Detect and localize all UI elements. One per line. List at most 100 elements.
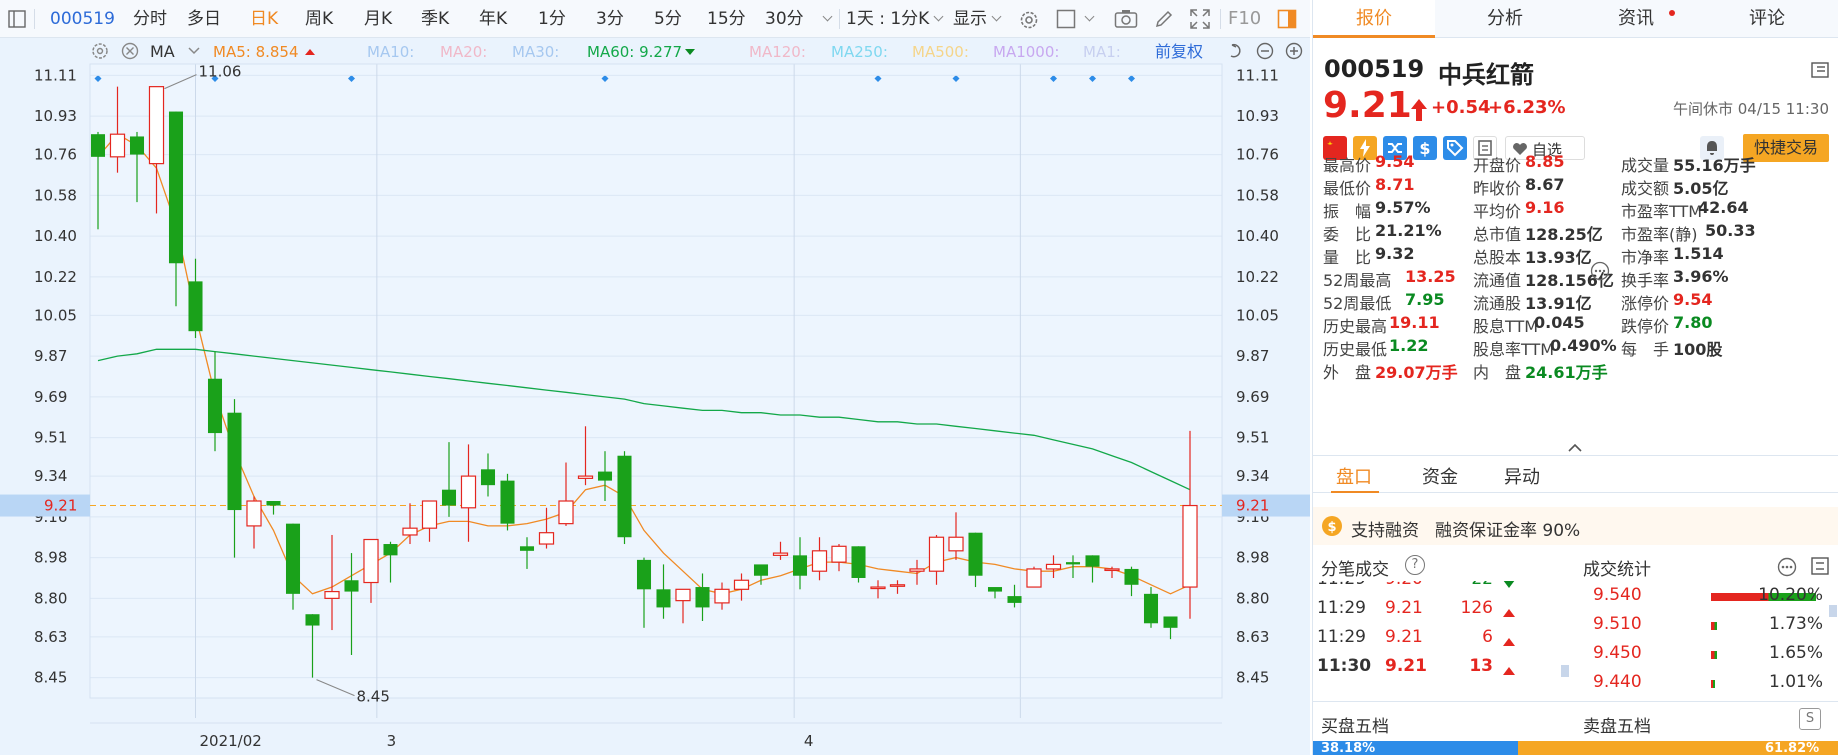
candle-body — [1163, 616, 1178, 628]
camera-icon[interactable] — [1114, 9, 1138, 29]
more-dots-icon[interactable] — [1590, 261, 1610, 285]
scroll-marker[interactable] — [1561, 665, 1569, 677]
candle-body — [772, 552, 789, 556]
quote-value-c1-1: 8.71 — [1375, 175, 1415, 194]
quote-value-c3-2: 42.64 — [1698, 198, 1749, 217]
quote-value-c3-7: 7.80 — [1673, 313, 1713, 332]
quote-label-c2-6: 流通股 — [1473, 294, 1522, 313]
candle-body — [1045, 563, 1062, 570]
tick-volume: 6 — [1482, 627, 1493, 647]
period-tab-daily[interactable]: 日K — [250, 0, 278, 38]
plot-area — [90, 64, 1222, 698]
candle-body — [538, 532, 555, 545]
tag-icon[interactable] — [1443, 136, 1467, 160]
more-options-icon[interactable] — [1777, 557, 1797, 581]
period-tab-15min[interactable]: 15分 — [707, 0, 746, 38]
quote-value-c3-0: 55.16万手 — [1673, 156, 1756, 175]
ma250-label: MA250: — [831, 43, 888, 61]
quick-trade-button[interactable]: 快捷交易 — [1743, 134, 1829, 162]
menu-icon[interactable] — [1811, 557, 1829, 579]
settings-icon[interactable] — [1018, 9, 1038, 29]
quote-label-c2-1: 昨收价 — [1473, 179, 1522, 198]
quote-label-c1-4: 量 比 — [1323, 248, 1372, 267]
quote-label-c3-8: 每 手 — [1621, 340, 1670, 359]
quote-label-c2-7: 股息TTM — [1473, 317, 1539, 336]
sidebar-toggle-icon[interactable] — [8, 0, 28, 38]
period-tab-quarterly[interactable]: 季K — [421, 0, 449, 38]
f10-button[interactable]: F10 — [1228, 0, 1261, 38]
y-tick-right: 10.93 — [1236, 107, 1279, 125]
draw-pencil-icon[interactable] — [1154, 9, 1174, 29]
candle-body — [1085, 555, 1100, 567]
stats-bar — [1711, 622, 1717, 630]
period-tab-1min[interactable]: 1分 — [538, 0, 566, 38]
candle-body — [402, 527, 418, 536]
stats-bar — [1711, 680, 1715, 688]
dollar-icon[interactable]: $ — [1413, 136, 1437, 160]
quote-label-c1-8: 历史最低 — [1323, 340, 1388, 359]
tick-price: 9.20 — [1385, 581, 1423, 589]
panel-toggle-icon[interactable] — [1277, 9, 1297, 29]
display-menu[interactable]: 显示 — [953, 0, 1000, 38]
period-tab-yearly[interactable]: 年K — [479, 0, 507, 38]
tab-comments[interactable]: 评论 — [1706, 0, 1828, 38]
stats-scroll-marker[interactable] — [1829, 605, 1837, 617]
interval-select[interactable]: 1天 : 1分K — [846, 0, 942, 38]
y-tick-left: 9.51 — [34, 429, 67, 447]
y-tick-left: 8.63 — [34, 628, 67, 646]
fullscreen-icon[interactable] — [1190, 9, 1210, 29]
period-tab-30min[interactable]: 30分 — [765, 0, 804, 38]
more-periods-dropdown[interactable] — [818, 0, 836, 38]
price-change: +0.54 — [1431, 97, 1491, 118]
candle-body — [168, 111, 184, 264]
quote-value-c2-7: 0.045 — [1534, 313, 1585, 332]
quote-value-c1-2: 9.57% — [1375, 198, 1431, 217]
stats-title: 成交统计 — [1583, 560, 1651, 580]
y-tick-right: 8.98 — [1236, 549, 1269, 567]
y-tick-right: 9.51 — [1236, 429, 1269, 447]
candle-body — [909, 568, 925, 572]
tick-row: 11:29 9.21 126 — [1313, 598, 1563, 622]
quote-label-c3-3: 市盈率(静) — [1621, 225, 1698, 244]
period-tab-intraday[interactable]: 分时 — [133, 0, 167, 38]
tick-row: 11:30 9.21 13 — [1313, 656, 1563, 680]
margin-banner: $ 支持融资 融资保证金率 90% — [1313, 507, 1838, 545]
period-tab-multiday[interactable]: 多日 — [187, 0, 221, 38]
candle-body — [987, 587, 1003, 592]
stats-pct: 1.73% — [1768, 614, 1823, 634]
ma500-label: MA500: — [912, 43, 969, 61]
y-tick-right: 8.80 — [1236, 589, 1269, 607]
sub-tab-orderbook[interactable]: 盘口 — [1336, 463, 1372, 489]
candle-body — [1007, 596, 1022, 603]
layout-square-icon[interactable] — [1056, 9, 1076, 29]
ma60-label: MA60: 9.277 — [587, 43, 682, 61]
candle-body — [519, 546, 535, 551]
sub-tab-alerts[interactable]: 异动 — [1504, 463, 1540, 489]
adjust-mode-button[interactable]: 前复权 — [1155, 42, 1203, 61]
sub-tab-funds[interactable]: 资金 — [1422, 463, 1458, 489]
candle-body — [421, 500, 438, 529]
tab-analysis[interactable]: 分析 — [1444, 0, 1566, 38]
candle-body — [675, 588, 691, 602]
quote-value-c3-4: 1.514 — [1673, 244, 1724, 263]
candle-body — [558, 500, 574, 525]
news-badge-dot — [1669, 10, 1675, 16]
quote-value-c3-5: 3.96% — [1673, 267, 1729, 286]
panel-menu-icon[interactable] — [1811, 62, 1829, 82]
stats-list: 9.540 10.20% 9.510 1.73% 9.450 1.65% 9.440 1.01… — [1571, 581, 1838, 695]
period-tab-3min[interactable]: 3分 — [596, 0, 624, 38]
tab-news[interactable]: 资讯 — [1575, 0, 1697, 38]
tick-title: 分笔成交 — [1321, 560, 1389, 580]
period-tab-monthly[interactable]: 月K — [364, 0, 392, 38]
help-icon[interactable]: ? — [1405, 555, 1425, 575]
y-tick-left: 10.58 — [34, 186, 77, 204]
period-tab-5min[interactable]: 5分 — [654, 0, 682, 38]
period-tab-weekly[interactable]: 周K — [305, 0, 333, 38]
layout-dropdown[interactable] — [1080, 0, 1094, 38]
tab-quote[interactable]: 报价 — [1313, 0, 1435, 38]
tick-time: 11:29 — [1317, 627, 1366, 647]
y-tick-left: 10.76 — [34, 146, 77, 164]
y-tick-left: 11.11 — [34, 66, 77, 84]
quote-label-c3-4: 市净率 — [1621, 248, 1670, 267]
stock-code[interactable]: 000519 — [50, 0, 115, 38]
